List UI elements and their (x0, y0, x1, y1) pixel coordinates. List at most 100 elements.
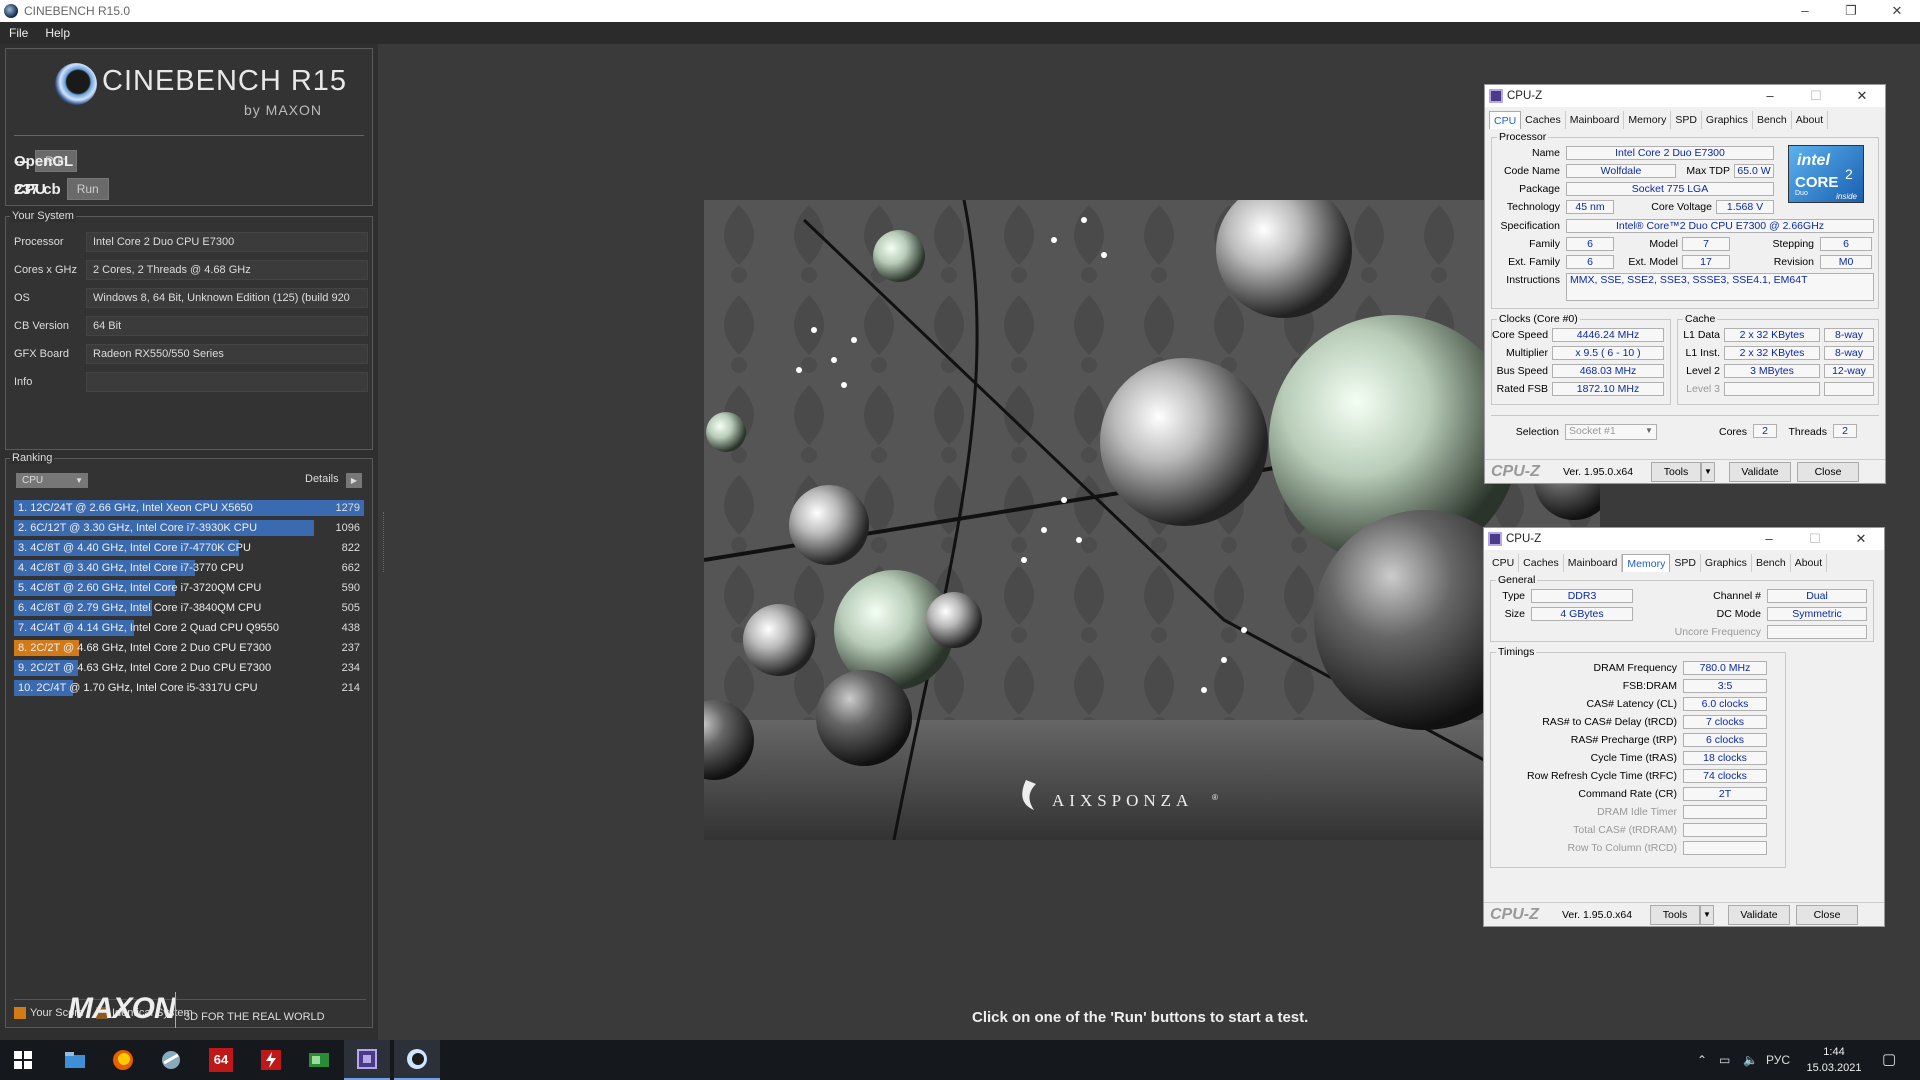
app-tool-icon[interactable] (148, 1040, 194, 1080)
aida64-icon[interactable]: 64 (198, 1040, 244, 1080)
tools-button[interactable]: Tools (1651, 462, 1701, 482)
validate-button[interactable]: Validate (1728, 905, 1790, 925)
ranking-row[interactable]: 3. 4C/8T @ 4.40 GHz, Intel Core i7-4770K… (14, 539, 364, 557)
cinebench-taskbar-icon[interactable] (394, 1040, 440, 1080)
your-system-box: Your System Processor Intel Core 2 Duo C… (5, 210, 373, 450)
code-name-field: Wolfdale (1566, 164, 1676, 178)
tab-cpu[interactable]: CPU (1489, 111, 1522, 129)
watermark-mark: ® (1212, 793, 1218, 802)
stepping-field: 6 (1820, 237, 1872, 251)
system-value[interactable]: Windows 8, 64 Bit, Unknown Edition (125)… (86, 288, 368, 308)
tab-spd[interactable]: SPD (1671, 111, 1702, 129)
minimize-button[interactable]: – (1782, 0, 1828, 22)
gpu-z-icon[interactable] (296, 1040, 342, 1080)
group-title: Timings (1496, 646, 1537, 658)
tab-bench[interactable]: Bench (1752, 554, 1791, 572)
tools-dropdown-arrow[interactable]: ▼ (1701, 462, 1715, 482)
tab-bench[interactable]: Bench (1753, 111, 1792, 129)
ranking-score: 1096 (335, 522, 360, 534)
validate-button[interactable]: Validate (1729, 462, 1791, 482)
tab-mainboard[interactable]: Mainboard (1566, 111, 1625, 129)
logo-subtitle: by MAXON (244, 102, 323, 118)
system-value[interactable]: Radeon RX550/550 Series (86, 344, 368, 364)
ranking-score: 590 (341, 582, 360, 594)
minimize-button[interactable]: – (1747, 85, 1793, 107)
tab-spd[interactable]: SPD (1670, 554, 1701, 572)
minimize-button[interactable]: – (1746, 528, 1792, 550)
tab-about[interactable]: About (1791, 554, 1828, 572)
ranking-row[interactable]: 10. 2C/4T @ 1.70 GHz, Intel Core i5-3317… (14, 679, 364, 697)
ranking-row[interactable]: 4. 4C/8T @ 3.40 GHz, Intel Core i7-3770 … (14, 559, 364, 577)
ranking-row[interactable]: 6. 4C/8T @ 2.79 GHz, Intel Core i7-3840Q… (14, 599, 364, 617)
cpuz-tabs: CPU Caches Mainboard Memory SPD Graphics… (1485, 107, 1885, 129)
close-button[interactable]: Close (1796, 905, 1858, 925)
tab-caches[interactable]: Caches (1519, 554, 1564, 572)
tab-graphics[interactable]: Graphics (1702, 111, 1753, 129)
system-value[interactable]: 2 Cores, 2 Threads @ 4.68 GHz (86, 260, 368, 280)
close-button[interactable]: ✕ (1839, 85, 1885, 107)
tab-cpu[interactable]: CPU (1488, 554, 1520, 572)
model-field: 7 (1682, 237, 1730, 251)
chevron-up-icon[interactable]: ⌃ (1697, 1040, 1707, 1080)
timing-value: 6.0 clocks (1683, 697, 1767, 711)
cpuz-tabs: CPU Caches Mainboard Memory SPD Graphics… (1484, 550, 1884, 572)
taskbar-clock[interactable]: 1:44 15.03.2021 (1800, 1044, 1868, 1076)
maximize-button[interactable]: ☐ (1792, 528, 1838, 550)
clocks-group: Clocks (Core #0) Core Speed 4446.24 MHz … (1491, 313, 1671, 405)
tab-memory[interactable]: Memory (1622, 554, 1671, 572)
cpuz-title: CPU-Z (1506, 533, 1542, 545)
name-label: Name (1531, 147, 1560, 159)
tab-graphics[interactable]: Graphics (1701, 554, 1752, 572)
cpuz-title-bar: CPU-Z – ☐ ✕ (1485, 85, 1885, 107)
menu-file[interactable]: File (9, 26, 28, 40)
tab-caches[interactable]: Caches (1521, 111, 1566, 129)
network-icon[interactable]: ▭ (1719, 1040, 1730, 1080)
file-explorer-icon[interactable] (52, 1040, 98, 1080)
ranking-type-select[interactable]: CPU ▼ (16, 473, 88, 488)
volume-icon[interactable]: 🔈 (1743, 1040, 1758, 1080)
system-value[interactable]: 64 Bit (86, 316, 368, 336)
maximize-button[interactable]: ❐ (1828, 0, 1874, 22)
selection-label: Selection (1515, 426, 1559, 438)
ranking-row[interactable]: 5. 4C/8T @ 2.60 GHz, Intel Core i7-3720Q… (14, 579, 364, 597)
system-key: OS (14, 292, 30, 304)
close-button[interactable]: ✕ (1874, 0, 1920, 22)
menu-help[interactable]: Help (45, 26, 70, 40)
ext-model-label: Ext. Model (1628, 256, 1678, 268)
tab-mainboard[interactable]: Mainboard (1564, 554, 1623, 572)
notifications-icon[interactable]: ▢ (1882, 1040, 1896, 1080)
details-label[interactable]: Details (305, 473, 339, 485)
system-value[interactable]: Intel Core 2 Duo CPU E7300 (86, 232, 368, 252)
close-button[interactable]: Close (1797, 462, 1859, 482)
ranking-score: 505 (341, 602, 360, 614)
info-field[interactable] (86, 372, 368, 392)
ranking-row[interactable]: 9. 2C/2T @ 4.63 GHz, Intel Core 2 Duo CP… (14, 659, 364, 677)
flash-icon[interactable] (248, 1040, 294, 1080)
timing-label: FSB:DRAM (1622, 680, 1677, 692)
ranking-row[interactable]: 1. 12C/24T @ 2.66 GHz, Intel Xeon CPU X5… (14, 499, 364, 517)
group-title: Clocks (Core #0) (1497, 313, 1580, 325)
language-indicator[interactable]: РУС (1766, 1040, 1790, 1080)
panel-splitter-handle[interactable] (383, 512, 386, 572)
system-key: Cores x GHz (14, 264, 77, 276)
details-arrow-button[interactable]: ▶ (346, 473, 362, 488)
cpu-run-button[interactable]: Run (66, 178, 109, 200)
tab-memory[interactable]: Memory (1624, 111, 1672, 129)
ranking-row[interactable]: 7. 4C/4T @ 4.14 GHz, Intel Core 2 Quad C… (14, 619, 364, 637)
maximize-button[interactable]: ☐ (1793, 85, 1839, 107)
ranking-row[interactable]: 8. 2C/2T @ 4.68 GHz, Intel Core 2 Duo CP… (14, 639, 364, 657)
windows-start-icon[interactable] (0, 1040, 46, 1080)
tab-about[interactable]: About (1792, 111, 1829, 129)
stepping-label: Stepping (1772, 238, 1814, 250)
selection-row: Selection Socket #1 ▼ Cores 2 Threads 2 (1491, 415, 1879, 451)
tools-dropdown-arrow[interactable]: ▼ (1700, 905, 1714, 925)
timing-value: 3:5 (1683, 679, 1767, 693)
left-panel: CINEBENCH R15 by MAXON OpenGL --- Run CP… (0, 44, 378, 1040)
firefox-icon[interactable] (100, 1040, 146, 1080)
cpu-z-taskbar-icon[interactable] (344, 1040, 390, 1080)
tools-button[interactable]: Tools (1650, 905, 1700, 925)
close-button[interactable]: ✕ (1838, 528, 1884, 550)
system-row-info: Info (14, 371, 368, 393)
socket-select[interactable]: Socket #1 (1565, 424, 1657, 440)
ranking-row[interactable]: 2. 6C/12T @ 3.30 GHz, Intel Core i7-3930… (14, 519, 364, 537)
